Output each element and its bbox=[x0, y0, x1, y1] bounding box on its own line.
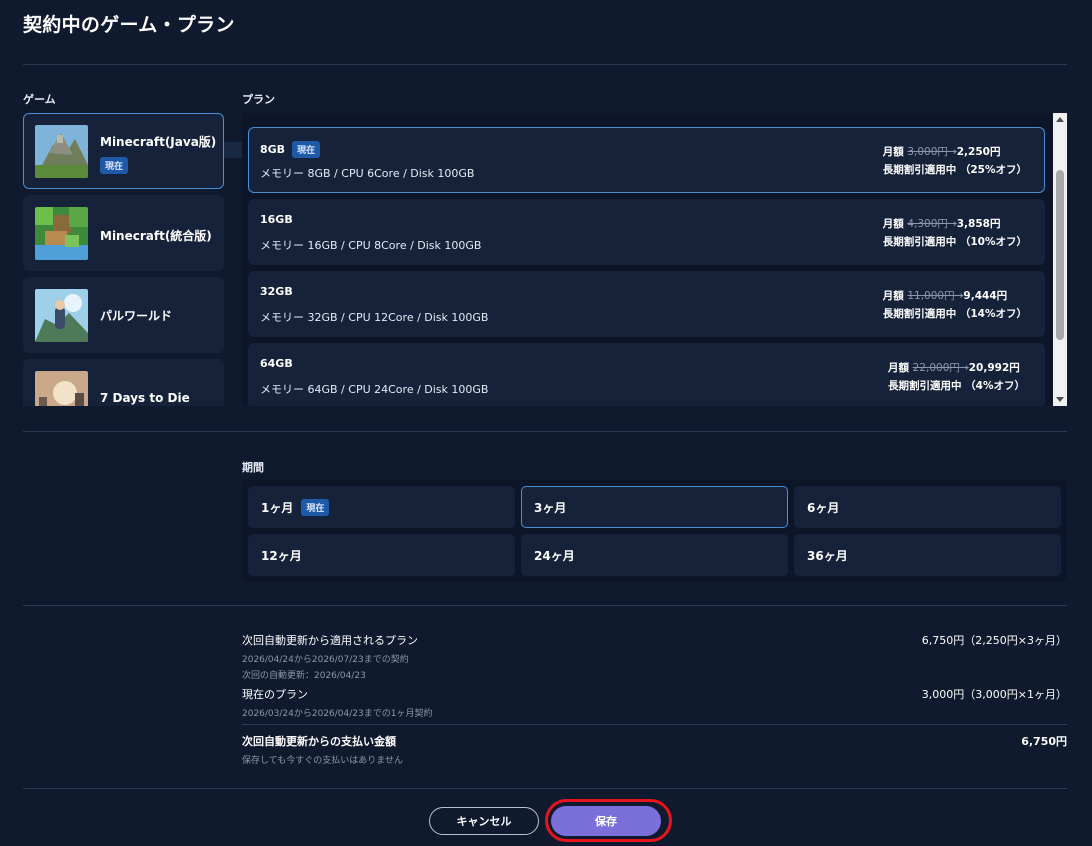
discount-text: 長期割引適用中 （10%オフ） bbox=[882, 236, 1027, 248]
scroll-thumb[interactable] bbox=[1056, 170, 1064, 340]
plan-section-label: プラン bbox=[242, 93, 275, 106]
new-price: 9,444円 bbox=[963, 290, 1008, 302]
old-price: 22,000円 bbox=[912, 362, 960, 374]
plan-name: 8GB bbox=[260, 143, 286, 156]
old-price: 3,000円 bbox=[907, 146, 948, 158]
game-item-minecraft-java[interactable]: Minecraft(Java版) 現在 bbox=[23, 113, 224, 189]
plan-scrollbar[interactable] bbox=[1053, 113, 1067, 406]
plan-spec: メモリー 64GB / CPU 24Core / Disk 100GB bbox=[260, 383, 489, 396]
divider bbox=[23, 64, 1067, 65]
divider bbox=[23, 431, 1067, 432]
next-plan-value: 6,750円（2,250円×3ヶ月） bbox=[921, 634, 1067, 647]
current-plan-value: 3,000円（3,000円×1ヶ月） bbox=[921, 688, 1067, 701]
period-options: 1ヶ月 現在 3ヶ月 6ヶ月 12ヶ月 24ヶ月 36ヶ月 bbox=[242, 480, 1067, 582]
new-price: 20,992円 bbox=[968, 362, 1020, 374]
period-24-months[interactable]: 24ヶ月 bbox=[521, 534, 788, 576]
game-item-7-days-to-die[interactable]: 7 Days to Die bbox=[23, 359, 224, 406]
period-36-months[interactable]: 36ヶ月 bbox=[794, 534, 1061, 576]
total-summary: 次回自動更新からの支払い金額 保存しても今すぐの支払いはありません 6,750円 bbox=[242, 733, 1067, 766]
next-plan-period: 2026/04/24から2026/07/23までの契約 bbox=[242, 655, 409, 665]
old-price: 4,300円 bbox=[907, 218, 948, 230]
divider bbox=[242, 724, 1067, 725]
period-12-months[interactable]: 12ヶ月 bbox=[248, 534, 515, 576]
current-badge: 現在 bbox=[100, 157, 129, 174]
current-badge: 現在 bbox=[292, 141, 321, 158]
plan-spec: メモリー 8GB / CPU 6Core / Disk 100GB bbox=[260, 167, 475, 180]
game-name: パルワールド bbox=[100, 309, 173, 323]
plan-name: 64GB bbox=[260, 357, 293, 370]
total-title: 次回自動更新からの支払い金額 bbox=[242, 735, 396, 748]
game-name: Minecraft(Java版) bbox=[100, 135, 217, 149]
game-section-label: ゲーム bbox=[23, 93, 56, 106]
current-plan-period: 2026/03/24から2026/04/23までの1ヶ月契約 bbox=[242, 709, 433, 719]
new-price: 2,250円 bbox=[956, 146, 1001, 158]
current-badge: 現在 bbox=[301, 498, 330, 516]
scroll-down-icon[interactable] bbox=[1056, 397, 1064, 402]
divider bbox=[23, 605, 1067, 606]
7-days-to-die-thumbnail bbox=[35, 371, 88, 406]
total-note: 保存しても今すぐの支払いはありません bbox=[242, 756, 404, 766]
old-price: 11,000円 bbox=[907, 290, 955, 302]
plan-card-32gb[interactable]: 32GB メモリー 32GB / CPU 12Core / Disk 100GB… bbox=[248, 271, 1045, 337]
next-plan-renewal: 次回の自動更新：2026/04/23 bbox=[242, 671, 366, 681]
plan-card-16gb[interactable]: 16GB メモリー 16GB / CPU 8Core / Disk 100GB … bbox=[248, 199, 1045, 265]
scroll-up-icon[interactable] bbox=[1056, 117, 1064, 122]
total-value: 6,750円 bbox=[1021, 735, 1067, 748]
plan-price: 月額 3,000円→2,250円 長期割引適用中 （25%オフ） bbox=[883, 143, 1027, 179]
game-name: Minecraft(統合版) bbox=[100, 229, 212, 243]
game-item-palworld[interactable]: パルワールド bbox=[23, 277, 224, 353]
page-title: 契約中のゲーム・プラン bbox=[23, 14, 235, 36]
plan-spec: メモリー 32GB / CPU 12Core / Disk 100GB bbox=[260, 311, 489, 324]
plan-card-64gb[interactable]: 64GB メモリー 64GB / CPU 24Core / Disk 100GB… bbox=[248, 343, 1045, 406]
game-name: 7 Days to Die bbox=[100, 391, 190, 405]
save-button[interactable]: 保存 bbox=[551, 806, 661, 836]
plan-card-8gb[interactable]: 8GB 現在 メモリー 8GB / CPU 6Core / Disk 100GB … bbox=[248, 127, 1045, 193]
period-6-months[interactable]: 6ヶ月 bbox=[794, 486, 1061, 528]
period-section-label: 期間 bbox=[242, 461, 264, 474]
discount-text: 長期割引適用中 （14%オフ） bbox=[882, 308, 1027, 320]
plan-name: 32GB bbox=[260, 285, 293, 298]
plan-spec: メモリー 16GB / CPU 8Core / Disk 100GB bbox=[260, 239, 482, 252]
divider bbox=[23, 788, 1067, 789]
period-3-months[interactable]: 3ヶ月 bbox=[521, 486, 788, 528]
minecraft-bedrock-thumbnail bbox=[35, 207, 88, 260]
game-list[interactable]: Minecraft(Java版) 現在 Minecraft(統合版) パルワール… bbox=[23, 113, 224, 406]
palworld-thumbnail bbox=[35, 289, 88, 342]
plan-name: 16GB bbox=[260, 213, 293, 226]
cancel-button[interactable]: キャンセル bbox=[429, 807, 539, 835]
plan-price: 月額 11,000円→9,444円 長期割引適用中 （14%オフ） bbox=[883, 287, 1027, 323]
current-plan-summary: 現在のプラン 2026/03/24から2026/04/23までの1ヶ月契約 3,… bbox=[242, 686, 1067, 719]
discount-text: 長期割引適用中 （4%オフ） bbox=[888, 380, 1025, 392]
plan-price: 月額 4,300円→3,858円 長期割引適用中 （10%オフ） bbox=[883, 215, 1027, 251]
period-1-month[interactable]: 1ヶ月 現在 bbox=[248, 486, 515, 528]
plan-price: 月額 22,000円→20,992円 長期割引適用中 （4%オフ） bbox=[888, 359, 1025, 395]
next-plan-summary: 次回自動更新から適用されるプラン 2026/04/24から2026/07/23ま… bbox=[242, 632, 1067, 681]
plan-list[interactable]: 8GB 現在 メモリー 8GB / CPU 6Core / Disk 100GB … bbox=[242, 113, 1067, 406]
game-item-minecraft-bedrock[interactable]: Minecraft(統合版) bbox=[23, 195, 224, 271]
discount-text: 長期割引適用中 （25%オフ） bbox=[882, 164, 1027, 176]
minecraft-java-thumbnail bbox=[35, 125, 88, 178]
new-price: 3,858円 bbox=[956, 218, 1001, 230]
